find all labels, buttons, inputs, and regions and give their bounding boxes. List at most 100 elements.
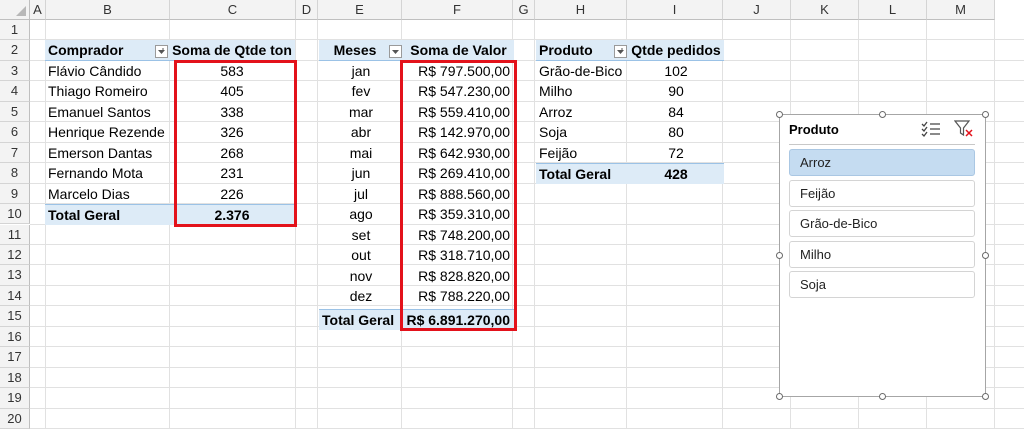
pivot1-row-label[interactable]: Marcelo Dias bbox=[45, 184, 169, 205]
pivot3-row-label[interactable]: Milho bbox=[536, 81, 628, 102]
column-header-h[interactable]: H bbox=[535, 0, 627, 20]
column-header-f[interactable]: F bbox=[402, 0, 513, 20]
pivot1-total-label: Total Geral bbox=[45, 204, 169, 225]
pivot2-row-label[interactable]: mar bbox=[319, 102, 403, 123]
pivot3-row-label[interactable]: Feijão bbox=[536, 143, 628, 164]
column-header-e[interactable]: E bbox=[318, 0, 402, 20]
slicer-resize-handle-t[interactable] bbox=[879, 111, 886, 118]
slicer-resize-handle-tl[interactable] bbox=[776, 111, 783, 118]
pivot2-row-label[interactable]: out bbox=[319, 245, 403, 266]
column-header-j[interactable]: J bbox=[723, 0, 791, 20]
column-header-c[interactable]: C bbox=[170, 0, 296, 20]
pivot3-total-label: Total Geral bbox=[536, 163, 628, 184]
slicer-resize-handle-l[interactable] bbox=[776, 252, 783, 259]
slicer-item-2[interactable]: Feijão bbox=[789, 179, 975, 207]
row-header-4[interactable]: 4 bbox=[0, 81, 30, 102]
pivot2-row-label[interactable]: nov bbox=[319, 266, 403, 287]
gridline-vertical bbox=[534, 20, 535, 429]
column-header-i[interactable]: I bbox=[627, 0, 723, 20]
row-header-18[interactable]: 18 bbox=[0, 367, 30, 389]
pivot3-row-value[interactable]: 102 bbox=[628, 61, 724, 82]
slicer-item-3[interactable]: Grão-de-Bico bbox=[789, 210, 975, 237]
highlight-box-valor bbox=[400, 60, 517, 331]
column-header-m[interactable]: M bbox=[927, 0, 995, 20]
pivot1-filter-button[interactable] bbox=[155, 45, 168, 58]
row-header-5[interactable]: 5 bbox=[0, 101, 30, 123]
slicer-separator bbox=[789, 144, 975, 145]
column-header-d[interactable]: D bbox=[296, 0, 318, 20]
pivot3-filter-button[interactable] bbox=[614, 45, 627, 58]
row-header-15[interactable]: 15 bbox=[0, 306, 30, 327]
slicer-produto[interactable]: Produto Arroz Feijão Grão-de-Bico Milho Soja bbox=[779, 114, 986, 397]
pivot3-total-value: 428 bbox=[628, 163, 724, 184]
row-header-9[interactable]: 9 bbox=[0, 183, 30, 205]
select-all-corner[interactable] bbox=[0, 0, 30, 20]
pivot2-row-label[interactable]: jun bbox=[319, 163, 403, 184]
row-header-7[interactable]: 7 bbox=[0, 142, 30, 164]
pivot2-row-label[interactable]: dez bbox=[319, 286, 403, 307]
gridline-horizontal bbox=[30, 407, 1024, 409]
column-header-b[interactable]: B bbox=[46, 0, 170, 20]
row-header-20[interactable]: 20 bbox=[0, 408, 30, 429]
row-header-14[interactable]: 14 bbox=[0, 285, 30, 307]
row-header-10[interactable]: 10 bbox=[0, 204, 30, 225]
slicer-item-1[interactable]: Arroz bbox=[789, 149, 975, 176]
pivot1-header-value: Soma de Qtde ton bbox=[169, 40, 295, 61]
slicer-item-4[interactable]: Milho bbox=[789, 240, 975, 268]
row-header-12[interactable]: 12 bbox=[0, 244, 30, 266]
pivot1-row-label[interactable]: Emerson Dantas bbox=[45, 143, 169, 164]
pivot2-total-label: Total Geral bbox=[319, 309, 403, 330]
pivot1-row-label[interactable]: Henrique Rezende bbox=[45, 122, 169, 143]
filter-dropdown-icon bbox=[617, 48, 624, 54]
pivot1-row-label[interactable]: Emanuel Santos bbox=[45, 102, 169, 123]
filter-dropdown-icon bbox=[392, 50, 399, 54]
gridline-vertical bbox=[317, 20, 318, 429]
slicer-item-5[interactable]: Soja bbox=[789, 271, 975, 298]
gridline-vertical bbox=[994, 20, 995, 429]
clear-filter-icon[interactable] bbox=[953, 120, 974, 143]
slicer-resize-handle-tr[interactable] bbox=[982, 111, 989, 118]
multi-select-icon[interactable] bbox=[921, 121, 941, 142]
row-header-13[interactable]: 13 bbox=[0, 265, 30, 286]
pivot2-header-value: Soma de Valor bbox=[403, 40, 514, 61]
row-header-1[interactable]: 1 bbox=[0, 20, 30, 41]
slicer-resize-handle-r[interactable] bbox=[982, 252, 989, 259]
column-header-k[interactable]: K bbox=[791, 0, 859, 20]
pivot2-row-label[interactable]: jan bbox=[319, 61, 403, 82]
row-header-6[interactable]: 6 bbox=[0, 122, 30, 143]
pivot2-row-label[interactable]: set bbox=[319, 225, 403, 246]
slicer-resize-handle-bl[interactable] bbox=[776, 393, 783, 400]
pivot2-row-label[interactable]: jul bbox=[319, 184, 403, 205]
pivot2-row-label[interactable]: fev bbox=[319, 81, 403, 102]
highlight-box-qtde bbox=[174, 60, 297, 227]
pivot3-row-value[interactable]: 90 bbox=[628, 81, 724, 102]
row-header-11[interactable]: 11 bbox=[0, 224, 30, 245]
column-header-l[interactable]: L bbox=[859, 0, 927, 20]
pivot3-row-value[interactable]: 84 bbox=[628, 102, 724, 123]
pivot3-row-label[interactable]: Grão-de-Bico bbox=[536, 61, 628, 82]
pivot3-header-value: Qtde pedidos bbox=[628, 40, 724, 61]
row-header-17[interactable]: 17 bbox=[0, 347, 30, 368]
pivot1-row-label[interactable]: Flávio Cândido bbox=[45, 61, 169, 82]
slicer-resize-handle-br[interactable] bbox=[982, 393, 989, 400]
pivot3-row-value[interactable]: 80 bbox=[628, 122, 724, 143]
column-header-a[interactable]: A bbox=[30, 0, 46, 20]
pivot3-row-label[interactable]: Arroz bbox=[536, 102, 628, 123]
pivot2-row-label[interactable]: abr bbox=[319, 122, 403, 143]
pivot1-row-label[interactable]: Fernando Mota bbox=[45, 163, 169, 184]
pivot3-row-value[interactable]: 72 bbox=[628, 143, 724, 164]
row-header-3[interactable]: 3 bbox=[0, 60, 30, 82]
row-header-16[interactable]: 16 bbox=[0, 326, 30, 348]
row-header-2[interactable]: 2 bbox=[0, 40, 30, 61]
filter-dropdown-icon bbox=[158, 48, 165, 54]
column-header-g[interactable]: G bbox=[513, 0, 535, 20]
pivot1-header-comprador: Comprador bbox=[45, 40, 169, 61]
row-header-19[interactable]: 19 bbox=[0, 388, 30, 409]
pivot2-filter-button[interactable] bbox=[389, 45, 402, 58]
pivot1-row-label[interactable]: Thiago Romeiro bbox=[45, 81, 169, 102]
row-header-8[interactable]: 8 bbox=[0, 163, 30, 184]
pivot2-row-label[interactable]: mai bbox=[319, 143, 403, 164]
pivot3-row-label[interactable]: Soja bbox=[536, 122, 628, 143]
pivot2-row-label[interactable]: ago bbox=[319, 204, 403, 225]
slicer-resize-handle-b[interactable] bbox=[879, 393, 886, 400]
